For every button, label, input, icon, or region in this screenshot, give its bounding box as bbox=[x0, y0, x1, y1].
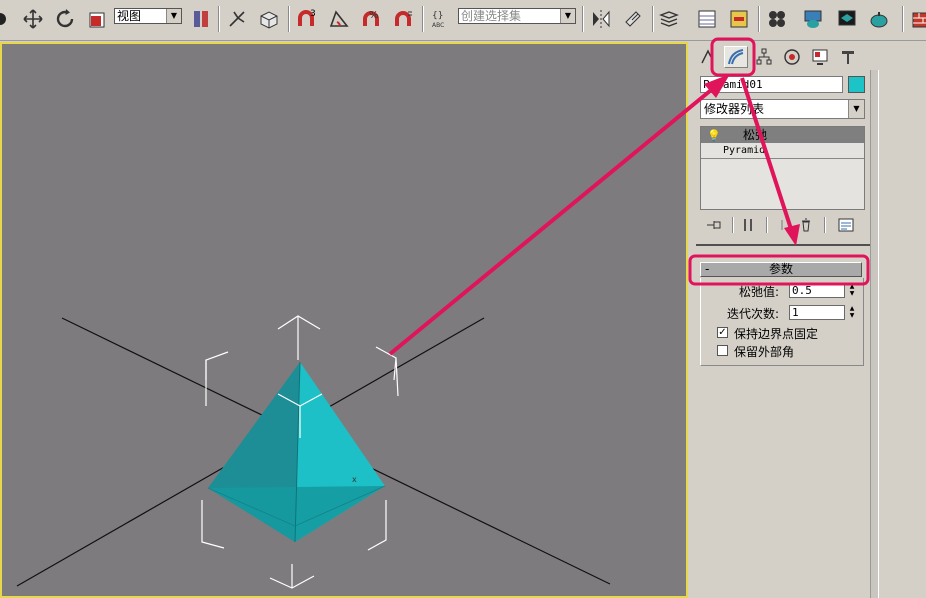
dropdown-arrow-icon: ▼ bbox=[848, 100, 864, 118]
parameters-rollout-header[interactable]: - 参数 bbox=[700, 262, 862, 277]
scale-icon[interactable] bbox=[84, 6, 110, 32]
schematic-view-icon[interactable] bbox=[726, 6, 752, 32]
rendered-frame-window-icon[interactable] bbox=[834, 6, 860, 32]
main-toolbar: 视图 ▼ 3 % {} ABC 创建选择集 ▼ bbox=[0, 0, 926, 41]
relax-value-spinner[interactable]: ▲ ▼ bbox=[847, 283, 857, 298]
keep-boundary-checkbox[interactable]: ✓ bbox=[717, 327, 728, 338]
iterations-field[interactable]: 1 bbox=[789, 305, 845, 320]
pin-stack-icon[interactable] bbox=[704, 216, 724, 234]
edit-named-selection-icon[interactable]: {} ABC bbox=[428, 6, 454, 32]
lightbulb-icon[interactable]: 💡 bbox=[707, 128, 721, 144]
snap-magnet-icon[interactable]: 3 bbox=[293, 6, 319, 32]
svg-text:%: % bbox=[369, 10, 379, 21]
save-outer-corners-checkbox[interactable] bbox=[717, 345, 728, 356]
named-selection-set-dropdown[interactable]: 创建选择集 ▼ bbox=[458, 8, 576, 24]
command-panel: Pyramid01 修改器列表 ▼ 💡 松弛 Pyramid - 参数 松弛值:… bbox=[692, 42, 926, 598]
reference-coordinate-dropdown[interactable]: 视图 ▼ bbox=[114, 8, 182, 24]
toolbar-separator bbox=[582, 6, 584, 32]
move-icon[interactable] bbox=[20, 6, 46, 32]
parameters-rollout: - 参数 松弛值: 0.5 ▲ ▼ 迭代次数: 1 ▲ ▼ ✓ 保持边界点固定 保留… bbox=[692, 256, 868, 368]
object-name-field[interactable]: Pyramid01 bbox=[700, 76, 843, 93]
modifier-list-label: 修改器列表 bbox=[704, 102, 765, 116]
toolbar-separator bbox=[902, 6, 904, 32]
layer-manager-icon[interactable] bbox=[656, 6, 682, 32]
svg-text:{}: {} bbox=[432, 11, 443, 21]
toolbar-separator bbox=[758, 6, 760, 32]
modifier-list-dropdown[interactable]: 修改器列表 ▼ bbox=[700, 99, 865, 119]
toolbar-separator bbox=[652, 6, 654, 32]
parameters-rollout-body: 松弛值: 0.5 ▲ ▼ 迭代次数: 1 ▲ ▼ ✓ 保持边界点固定 保留外部角 bbox=[700, 278, 864, 366]
relax-value-label: 松弛值: bbox=[739, 285, 780, 299]
panel-divider bbox=[696, 244, 878, 246]
relax-value-field[interactable]: 0.5 bbox=[789, 283, 845, 298]
material-editor-icon[interactable] bbox=[764, 6, 790, 32]
named-selection-placeholder: 创建选择集 bbox=[461, 9, 522, 23]
keep-boundary-label: 保持边界点固定 bbox=[734, 327, 819, 341]
create-tab[interactable] bbox=[696, 46, 720, 68]
pivot-center-icon[interactable] bbox=[188, 6, 214, 32]
configure-modifier-sets-icon[interactable] bbox=[836, 216, 856, 234]
toolbar-separator bbox=[766, 217, 768, 233]
brick-icon[interactable] bbox=[908, 6, 926, 32]
svg-text:x: x bbox=[352, 475, 357, 484]
stack-item-label: 松弛 bbox=[743, 128, 768, 142]
toolbar-separator bbox=[732, 217, 734, 233]
stack-toolbar bbox=[700, 214, 865, 236]
iterations-spinner[interactable]: ▲ ▼ bbox=[847, 305, 857, 320]
remove-modifier-icon[interactable] bbox=[796, 216, 816, 234]
stack-item-label: Pyramid bbox=[723, 145, 766, 156]
modify-tab[interactable] bbox=[724, 46, 748, 68]
utilities-tab[interactable] bbox=[836, 46, 860, 68]
command-panel-empty-area bbox=[878, 70, 926, 598]
toolbar-separator bbox=[218, 6, 220, 32]
svg-text:ABC: ABC bbox=[432, 22, 444, 29]
render-setup-icon[interactable] bbox=[800, 6, 826, 32]
spinner-snap-icon[interactable] bbox=[390, 6, 416, 32]
dropdown-arrow-icon: ▼ bbox=[560, 9, 575, 23]
stack-item-base-object[interactable]: Pyramid bbox=[701, 143, 864, 159]
save-outer-corners-label: 保留外部角 bbox=[734, 345, 795, 359]
select-link-icon[interactable] bbox=[0, 6, 18, 32]
curve-editor-icon[interactable] bbox=[694, 6, 720, 32]
hierarchy-tab[interactable] bbox=[752, 46, 776, 68]
dropdown-arrow-icon: ▼ bbox=[166, 9, 181, 23]
display-tab[interactable] bbox=[808, 46, 832, 68]
quick-render-icon[interactable] bbox=[866, 6, 892, 32]
toolbar-separator bbox=[422, 6, 424, 32]
percent-snap-icon[interactable]: % bbox=[358, 6, 384, 32]
modifier-stack[interactable]: 💡 松弛 Pyramid bbox=[700, 126, 865, 210]
pyramid-object[interactable]: x bbox=[207, 361, 386, 543]
make-unique-icon[interactable] bbox=[772, 216, 792, 234]
angle-snap-icon[interactable] bbox=[326, 6, 352, 32]
perspective-viewport[interactable]: x bbox=[0, 42, 688, 598]
command-panel-scrollbar[interactable] bbox=[870, 70, 878, 598]
align-icon[interactable] bbox=[620, 6, 646, 32]
rotate-icon[interactable] bbox=[52, 6, 78, 32]
motion-tab[interactable] bbox=[780, 46, 804, 68]
rollout-title-label: 参数 bbox=[768, 262, 793, 276]
viewport-scene: x bbox=[16, 315, 611, 589]
toolbar-separator bbox=[824, 217, 826, 233]
mirror-icon[interactable] bbox=[588, 6, 614, 32]
toolbar-separator bbox=[288, 6, 290, 32]
snap-toggle-icon[interactable] bbox=[256, 6, 282, 32]
object-color-swatch[interactable] bbox=[848, 76, 865, 93]
command-panel-tabs bbox=[696, 46, 871, 70]
select-manipulate-icon[interactable] bbox=[224, 6, 250, 32]
show-end-result-icon[interactable] bbox=[738, 216, 758, 234]
svg-text:3: 3 bbox=[310, 9, 316, 19]
stack-item-relax[interactable]: 💡 松弛 bbox=[701, 127, 864, 143]
reference-coordinate-value: 视图 bbox=[117, 9, 142, 23]
iterations-label: 迭代次数: bbox=[727, 307, 780, 321]
